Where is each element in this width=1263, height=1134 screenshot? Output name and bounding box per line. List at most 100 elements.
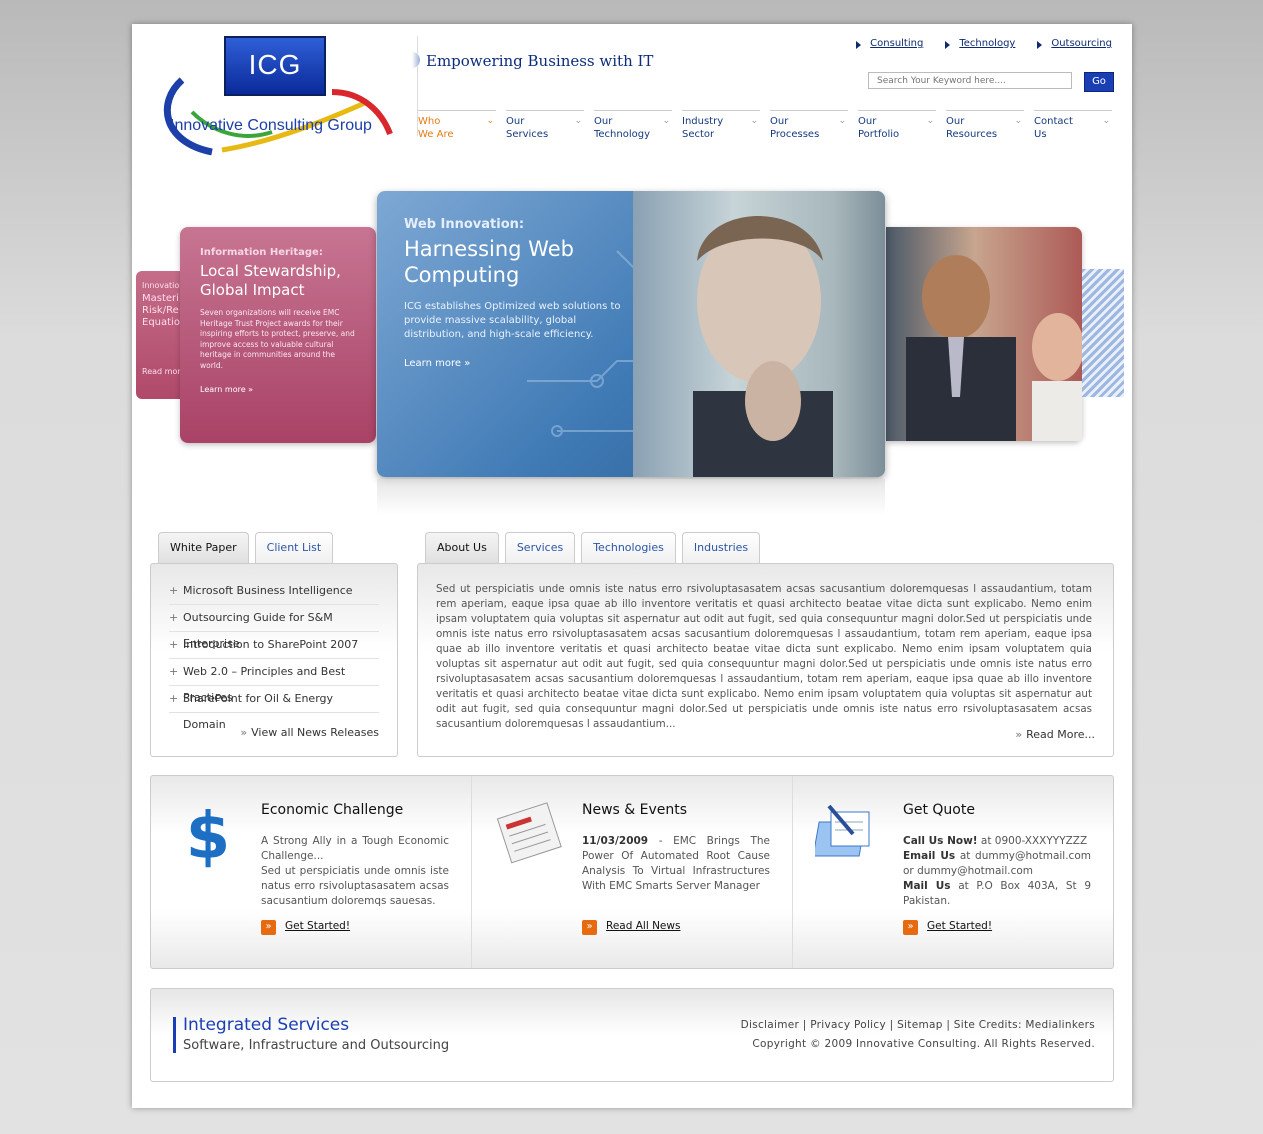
list-item[interactable]: SharePoint for Oil & Energy Domain <box>169 686 379 731</box>
thinking-man-photo <box>633 191 885 477</box>
banner-card-far-right[interactable] <box>1082 269 1124 397</box>
feature-title: Get Quote <box>903 802 975 818</box>
read-more-link[interactable]: Read More... <box>1015 728 1095 741</box>
news-date: 11/03/2009 <box>582 835 649 847</box>
nav-label-line2: Services <box>506 129 549 140</box>
nav-our-resources[interactable]: Our Resources ⌄ <box>946 110 1024 147</box>
search-input[interactable] <box>868 72 1072 89</box>
footer-links[interactable]: Disclaimer | Privacy Policy | Sitemap | … <box>741 1019 1095 1031</box>
nav-label-line2: Sector <box>682 129 715 140</box>
top-links: Consulting Technology Outsourcing <box>856 38 1112 49</box>
tab-about-us[interactable]: About Us <box>425 532 499 563</box>
nav-label-line1: Our <box>594 116 613 127</box>
tab-industries[interactable]: Industries <box>681 532 761 563</box>
left-tabs: White Paper Client List <box>158 532 334 563</box>
footer-accent-bar <box>173 1017 176 1053</box>
feature-text: Sed ut perspiciatis unde omnis iste natu… <box>261 865 449 907</box>
footer-subtitle: Software, Infrastructure and Outsourcing <box>183 1038 450 1053</box>
chevron-down-icon: ⌄ <box>574 116 582 126</box>
card-kicker: Web Innovation: <box>404 217 525 232</box>
banner-reflection <box>377 479 885 515</box>
top-link-consulting[interactable]: Consulting <box>856 38 923 49</box>
nav-label-line1: Our <box>506 116 525 127</box>
list-item[interactable]: Microsoft Business Intelligence <box>169 578 379 605</box>
quote-call-label: Call Us Now! <box>903 835 978 847</box>
tab-services[interactable]: Services <box>504 532 576 563</box>
tab-client-list[interactable]: Client List <box>254 532 334 563</box>
quote-email-row: Email Us at dummy@hotmail.com or dummy@h… <box>903 849 1091 879</box>
chevron-down-icon: ⌄ <box>1014 116 1022 126</box>
card-learn-more-link[interactable]: Learn more » <box>200 385 356 394</box>
right-tabs: About Us Services Technologies Industrie… <box>425 532 761 563</box>
nav-label-line1: Our <box>858 116 877 127</box>
logo-name: Innovative Consulting Group <box>170 117 372 134</box>
card-description: Seven organizations will receive EMC Her… <box>200 308 355 370</box>
card-title: Harnessing Web Computing <box>404 237 574 287</box>
nav-our-portfolio[interactable]: Our Portfolio ⌄ <box>858 110 936 147</box>
feature-body: 11/03/2009 - EMC Brings The Power Of Aut… <box>582 834 770 894</box>
nav-label-line1: Our <box>770 116 789 127</box>
nav-label-line1: Who <box>418 116 441 127</box>
chevron-down-icon: ⌄ <box>486 116 494 126</box>
white-paper-panel: Microsoft Business Intelligence Outsourc… <box>150 563 398 757</box>
view-all-news-link[interactable]: View all News Releases <box>240 726 379 739</box>
banner-carousel: Innovation Masteri Risk/Re Equatio Read … <box>132 189 1132 519</box>
feature-get-quote: Get Quote Call Us Now! at 0900-XXXYYYZZZ… <box>793 776 1113 968</box>
page-container: ICG Innovative Consulting Group Empoweri… <box>132 24 1132 1108</box>
nav-label-line1: Contact <box>1034 116 1073 127</box>
card-description: ICG establishes Optimized web solutions … <box>404 301 621 340</box>
top-link-outsourcing[interactable]: Outsourcing <box>1037 38 1112 49</box>
feature-economic-challenge: $ Economic Challenge A Strong Ally in a … <box>151 776 472 968</box>
top-link-technology[interactable]: Technology <box>945 38 1015 49</box>
footer-title: Integrated Services <box>183 1015 350 1035</box>
man-portrait-icon <box>693 216 833 477</box>
svg-text:$: $ <box>186 800 231 870</box>
double-chevron-right-icon: » <box>248 385 254 394</box>
nav-industry-sector[interactable]: Industry Sector ⌄ <box>682 110 760 147</box>
feature-boxes: $ Economic Challenge A Strong Ally in a … <box>150 775 1114 969</box>
get-started-button[interactable]: Get Started! <box>903 920 992 935</box>
chevron-down-icon: ⌄ <box>926 116 934 126</box>
nav-label-line2: Portfolio <box>858 129 900 140</box>
double-chevron-right-icon: » <box>464 358 471 369</box>
card-learn-more-link[interactable]: Learn more » <box>404 358 624 369</box>
about-us-panel: Sed ut perspiciatis unde omnis iste natu… <box>417 563 1114 757</box>
footer: Integrated Services Software, Infrastruc… <box>150 988 1114 1082</box>
get-started-button[interactable]: Get Started! <box>261 920 350 935</box>
document-pen-icon <box>815 804 870 857</box>
list-item[interactable]: Web 2.0 – Principles and Best Practices <box>169 659 379 704</box>
banner-card-right-photo[interactable] <box>886 227 1084 441</box>
nav-our-processes[interactable]: Our Processes ⌄ <box>770 110 848 147</box>
nav-our-services[interactable]: Our Services ⌄ <box>506 110 584 147</box>
tab-white-paper[interactable]: White Paper <box>158 532 249 563</box>
search-go-button[interactable]: Go <box>1084 72 1114 92</box>
card-kicker: Information Heritage: <box>200 247 323 258</box>
feature-lead: A Strong Ally in a Tough Economic Challe… <box>261 835 449 862</box>
chevron-down-icon: ⌄ <box>662 116 670 126</box>
list-item[interactable]: Introduction to SharePoint 2007 <box>169 632 379 659</box>
quote-mail-row: Mail Us at P.O Box 403A, St 9 Pakistan. <box>903 879 1091 909</box>
nav-label-line2: Us <box>1034 129 1047 140</box>
tab-technologies[interactable]: Technologies <box>581 532 676 563</box>
feature-body: A Strong Ally in a Tough Economic Challe… <box>261 834 449 909</box>
nav-contact-us[interactable]: Contact Us ⌄ <box>1034 110 1112 147</box>
read-all-news-button[interactable]: Read All News <box>582 920 680 935</box>
main-nav: Who We Are ⌄ Our Services ⌄ Our Technolo… <box>418 110 1112 147</box>
nav-who-we-are[interactable]: Who We Are ⌄ <box>418 110 496 147</box>
businesspeople-photo-icon <box>906 255 1084 441</box>
chevron-down-icon: ⌄ <box>838 116 846 126</box>
dollar-sign-icon: $ <box>186 800 231 870</box>
logo[interactable]: ICG Innovative Consulting Group <box>152 34 402 159</box>
nav-label-line1: Our <box>946 116 965 127</box>
chevron-down-icon: ⌄ <box>750 116 758 126</box>
tagline-bullet <box>412 52 420 68</box>
banner-card-heritage[interactable]: Information Heritage: Local Stewardship,… <box>180 227 376 443</box>
list-item[interactable]: Outsourcing Guide for S&M Enterprise <box>169 605 379 650</box>
nav-label-line1: Industry <box>682 116 724 127</box>
banner-card-web-innovation[interactable]: Web Innovation: Harnessing Web Computing… <box>377 191 885 477</box>
quote-call-value: at 0900-XXXYYYZZZ <box>977 835 1088 847</box>
quote-call-row: Call Us Now! at 0900-XXXYYYZZZ <box>903 834 1091 849</box>
quote-mail-label: Mail Us <box>903 880 951 892</box>
banner-text: Web Innovation: Harnessing Web Computing… <box>404 217 624 369</box>
nav-our-technology[interactable]: Our Technology ⌄ <box>594 110 672 147</box>
